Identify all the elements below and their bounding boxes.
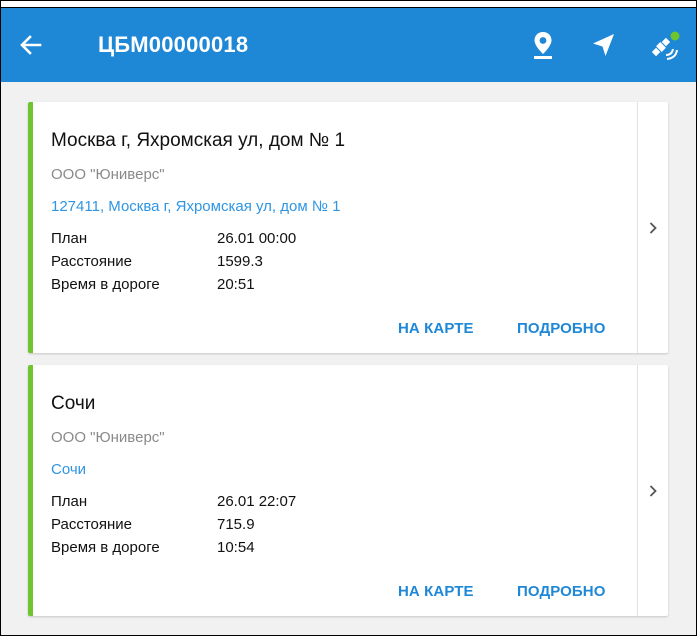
row-label: Время в дороге — [51, 276, 160, 293]
row-label: План — [51, 493, 88, 510]
address-link[interactable]: Сочи — [51, 461, 86, 478]
details-button[interactable]: ПОДРОБНО — [517, 583, 606, 600]
organization-name: ООО "Юниверс" — [51, 429, 165, 446]
chevron-right-icon[interactable] — [638, 102, 668, 353]
row-label: Время в дороге — [51, 539, 160, 556]
page-title: ЦБМ00000018 — [98, 32, 249, 57]
satellite-icon[interactable] — [646, 27, 682, 63]
row-value: 10:54 — [217, 539, 255, 556]
app-bar: ЦБМ00000018 — [1, 8, 696, 82]
back-arrow-icon[interactable] — [13, 27, 49, 63]
card-body: Сочи ООО "Юниверс" Сочи План 26.01 22:07… — [33, 365, 637, 616]
navigation-arrow-icon[interactable] — [586, 27, 622, 63]
row-label: Расстояние — [51, 253, 133, 270]
row-label: Расстояние — [51, 516, 133, 533]
route-point-card[interactable]: Москва г, Яхромская ул, дом № 1 ООО "Юни… — [28, 102, 668, 353]
address-link[interactable]: 127411, Москва г, Яхромская ул, дом № 1 — [51, 198, 340, 215]
show-on-map-button[interactable]: НА КАРТЕ — [398, 320, 474, 337]
row-label: План — [51, 230, 88, 247]
status-strip — [1, 1, 696, 8]
organization-name: ООО "Юниверс" — [51, 166, 165, 183]
row-value: 20:51 — [217, 276, 255, 293]
app-frame: ЦБМ00000018 Москва г, Яхромская ул, дом … — [0, 0, 697, 636]
row-value: 26.01 00:00 — [217, 230, 297, 247]
show-on-map-button[interactable]: НА КАРТЕ — [398, 583, 474, 600]
route-point-card[interactable]: Сочи ООО "Юниверс" Сочи План 26.01 22:07… — [28, 365, 668, 616]
point-title: Сочи — [51, 393, 96, 414]
map-pin-icon[interactable] — [525, 27, 561, 63]
point-title: Москва г, Яхромская ул, дом № 1 — [51, 130, 346, 151]
card-body: Москва г, Яхромская ул, дом № 1 ООО "Юни… — [33, 102, 637, 353]
details-button[interactable]: ПОДРОБНО — [517, 320, 606, 337]
chevron-right-icon[interactable] — [638, 365, 668, 616]
row-value: 715.9 — [217, 516, 255, 533]
row-value: 26.01 22:07 — [217, 493, 297, 510]
row-value: 1599.3 — [217, 253, 263, 270]
